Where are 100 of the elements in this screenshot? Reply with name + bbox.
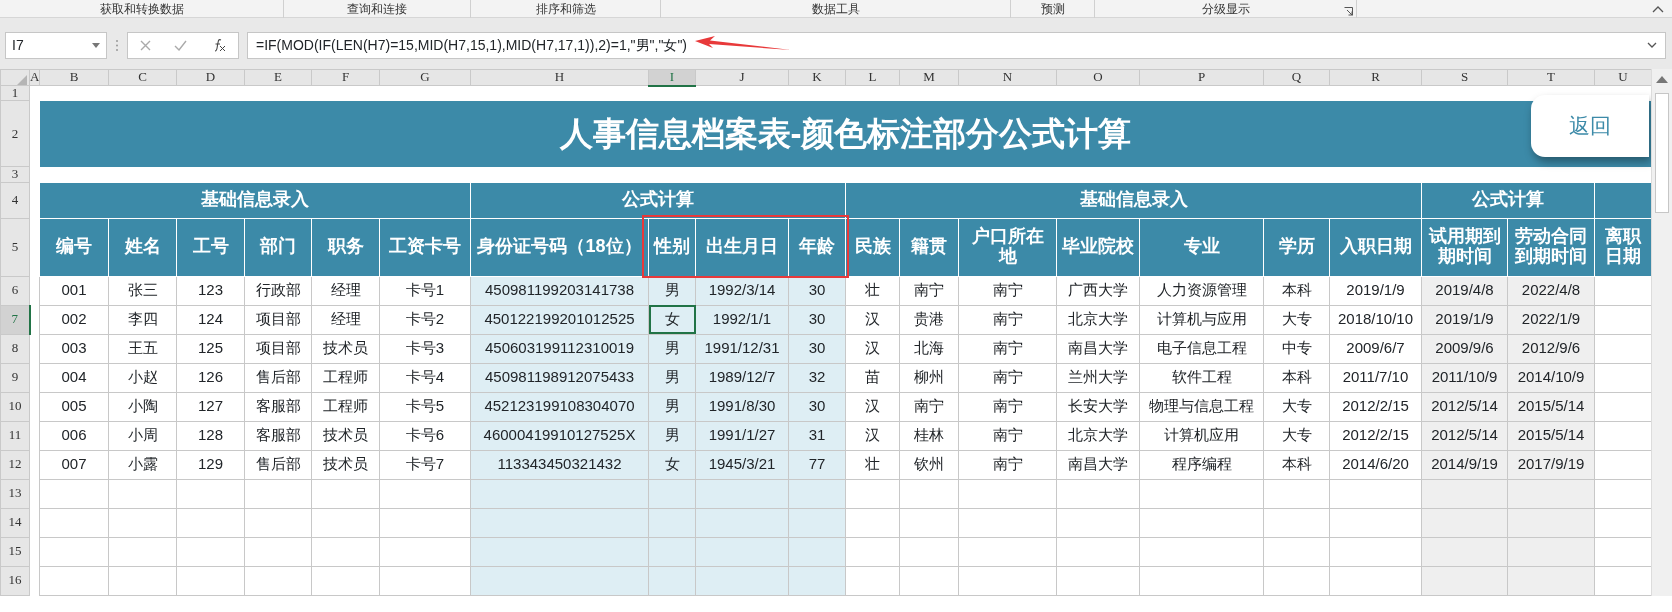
checkmark-icon[interactable] [174, 40, 188, 51]
column-letter[interactable]: F [311, 69, 380, 86]
ribbon-group-label: 排序和筛选 [535, 1, 596, 18]
column-header: 毕业院校 [1056, 218, 1140, 277]
table-cell: 技术员 [311, 421, 380, 451]
row-number[interactable]: 9 [0, 363, 30, 393]
name-box[interactable]: I7 [5, 32, 107, 59]
dropdown-caret-icon[interactable] [92, 43, 100, 48]
column-letter[interactable]: R [1329, 69, 1422, 86]
column-letter[interactable]: C [108, 69, 177, 86]
table-cell: 南宁 [899, 276, 959, 306]
table-cell: 2012/2/15 [1329, 392, 1422, 422]
table-cell: 128 [176, 421, 245, 451]
column-header: 劳动合同到期时间 [1507, 218, 1595, 277]
column-letter[interactable]: K [788, 69, 846, 86]
ribbon-group-label: 数据工具 [811, 1, 860, 18]
table-cell: 大专 [1263, 305, 1330, 335]
table-cell: 30 [788, 276, 846, 306]
column-letter[interactable]: E [244, 69, 312, 86]
group-header: 基础信息录入 [39, 182, 471, 219]
column-header: 工号 [176, 218, 245, 277]
column-header: 试用期到期时间 [1421, 218, 1508, 277]
row-number[interactable]: 6 [0, 276, 30, 306]
table-cell: 卡号3 [379, 334, 471, 364]
row-number[interactable]: 10 [0, 392, 30, 422]
column-letter[interactable]: A [29, 69, 40, 86]
table-cell: 450981199203141738 [470, 276, 649, 306]
table-cell: 2012/2/15 [1329, 421, 1422, 451]
table-cell: 2017/9/19 [1507, 450, 1595, 480]
table-cell: 2019/1/9 [1421, 305, 1508, 335]
column-letter[interactable]: U [1594, 69, 1652, 86]
table-cell: 2012/5/14 [1421, 392, 1508, 422]
table-cell: 450603199112310019 [470, 334, 649, 364]
cancel-icon[interactable] [139, 40, 151, 51]
row-number[interactable]: 15 [0, 537, 30, 567]
table-cell: 126 [176, 363, 245, 393]
formula-field[interactable]: =IF(MOD(IF(LEN(H7)=15,MID(H7,15,1),MID(H7,17,1)),2)=1,"男","女") [247, 32, 1666, 59]
table-cell: 项目部 [244, 334, 312, 364]
column-letter[interactable]: B [39, 69, 109, 86]
table-cell: 南宁 [958, 392, 1057, 422]
vertical-scrollbar[interactable] [1651, 69, 1672, 596]
table-cell: 南宁 [958, 334, 1057, 364]
row-number[interactable]: 2 [0, 100, 30, 167]
table-cell: 南宁 [958, 450, 1057, 480]
row-number[interactable]: 7 [0, 305, 30, 335]
ribbon-group-label: 查询和连接 [347, 1, 407, 18]
row-number[interactable]: 12 [0, 450, 30, 480]
row-number[interactable]: 16 [0, 566, 30, 596]
dialog-launcher-icon[interactable] [1344, 7, 1353, 16]
table-cell: 450122199201012525 [470, 305, 649, 335]
column-letter[interactable]: J [695, 69, 789, 86]
table-cell: 2022/1/9 [1507, 305, 1595, 335]
table-cell: 001 [39, 276, 109, 306]
table-cell: 南宁 [958, 305, 1057, 335]
column-letter[interactable]: N [958, 69, 1057, 86]
table-cell: 30 [788, 392, 846, 422]
table-cell: 工程师 [311, 363, 380, 393]
table-cell: 127 [176, 392, 245, 422]
expand-caret-icon[interactable] [1647, 42, 1657, 49]
row-number[interactable]: 11 [0, 421, 30, 451]
column-letter[interactable]: L [845, 69, 900, 86]
return-button[interactable]: 返回 [1531, 95, 1649, 157]
table-cell: 124 [176, 305, 245, 335]
row-number[interactable]: 4 [0, 182, 30, 219]
row-number[interactable]: 5 [0, 218, 30, 277]
column-letter[interactable]: T [1507, 69, 1595, 86]
column-header: 身份证号码（18位） [470, 218, 649, 277]
column-header: 出生月日 [695, 218, 789, 277]
table-cell: 经理 [311, 276, 380, 306]
table-cell: 壮 [845, 276, 900, 306]
scrollbar-thumb[interactable] [1655, 93, 1669, 213]
table-cell: 兰州大学 [1056, 363, 1140, 393]
column-letter[interactable]: M [899, 69, 959, 86]
row-number[interactable]: 13 [0, 479, 30, 509]
row-number[interactable]: 14 [0, 508, 30, 538]
column-letter[interactable]: O [1056, 69, 1140, 86]
table-cell: 2014/6/20 [1329, 450, 1422, 480]
selected-cell[interactable]: 女 [648, 305, 696, 335]
column-letter[interactable]: S [1421, 69, 1508, 86]
table-cell: 电子信息工程 [1139, 334, 1264, 364]
table-cell: 南昌大学 [1056, 334, 1140, 364]
table-cell: 2014/10/9 [1507, 363, 1595, 393]
column-letter[interactable]: Q [1263, 69, 1330, 86]
group-header: 公式计算 [470, 182, 846, 219]
column-letter[interactable]: G [379, 69, 471, 86]
row-number[interactable]: 8 [0, 334, 30, 364]
table-cell: 2009/9/6 [1421, 334, 1508, 364]
scroll-up-icon[interactable] [1656, 75, 1668, 83]
table-cell: 007 [39, 450, 109, 480]
table-cell: 技术员 [311, 334, 380, 364]
column-letter[interactable]: I [648, 69, 696, 86]
column-letter[interactable]: D [176, 69, 245, 86]
table-cell: 卡号2 [379, 305, 471, 335]
column-letter[interactable]: P [1139, 69, 1264, 86]
table-cell: 客服部 [244, 392, 312, 422]
column-header: 编号 [39, 218, 109, 277]
table-cell: 项目部 [244, 305, 312, 335]
column-letter[interactable]: H [470, 69, 649, 86]
table-cell: 30 [788, 305, 846, 335]
collapse-ribbon-icon[interactable] [1652, 4, 1664, 13]
